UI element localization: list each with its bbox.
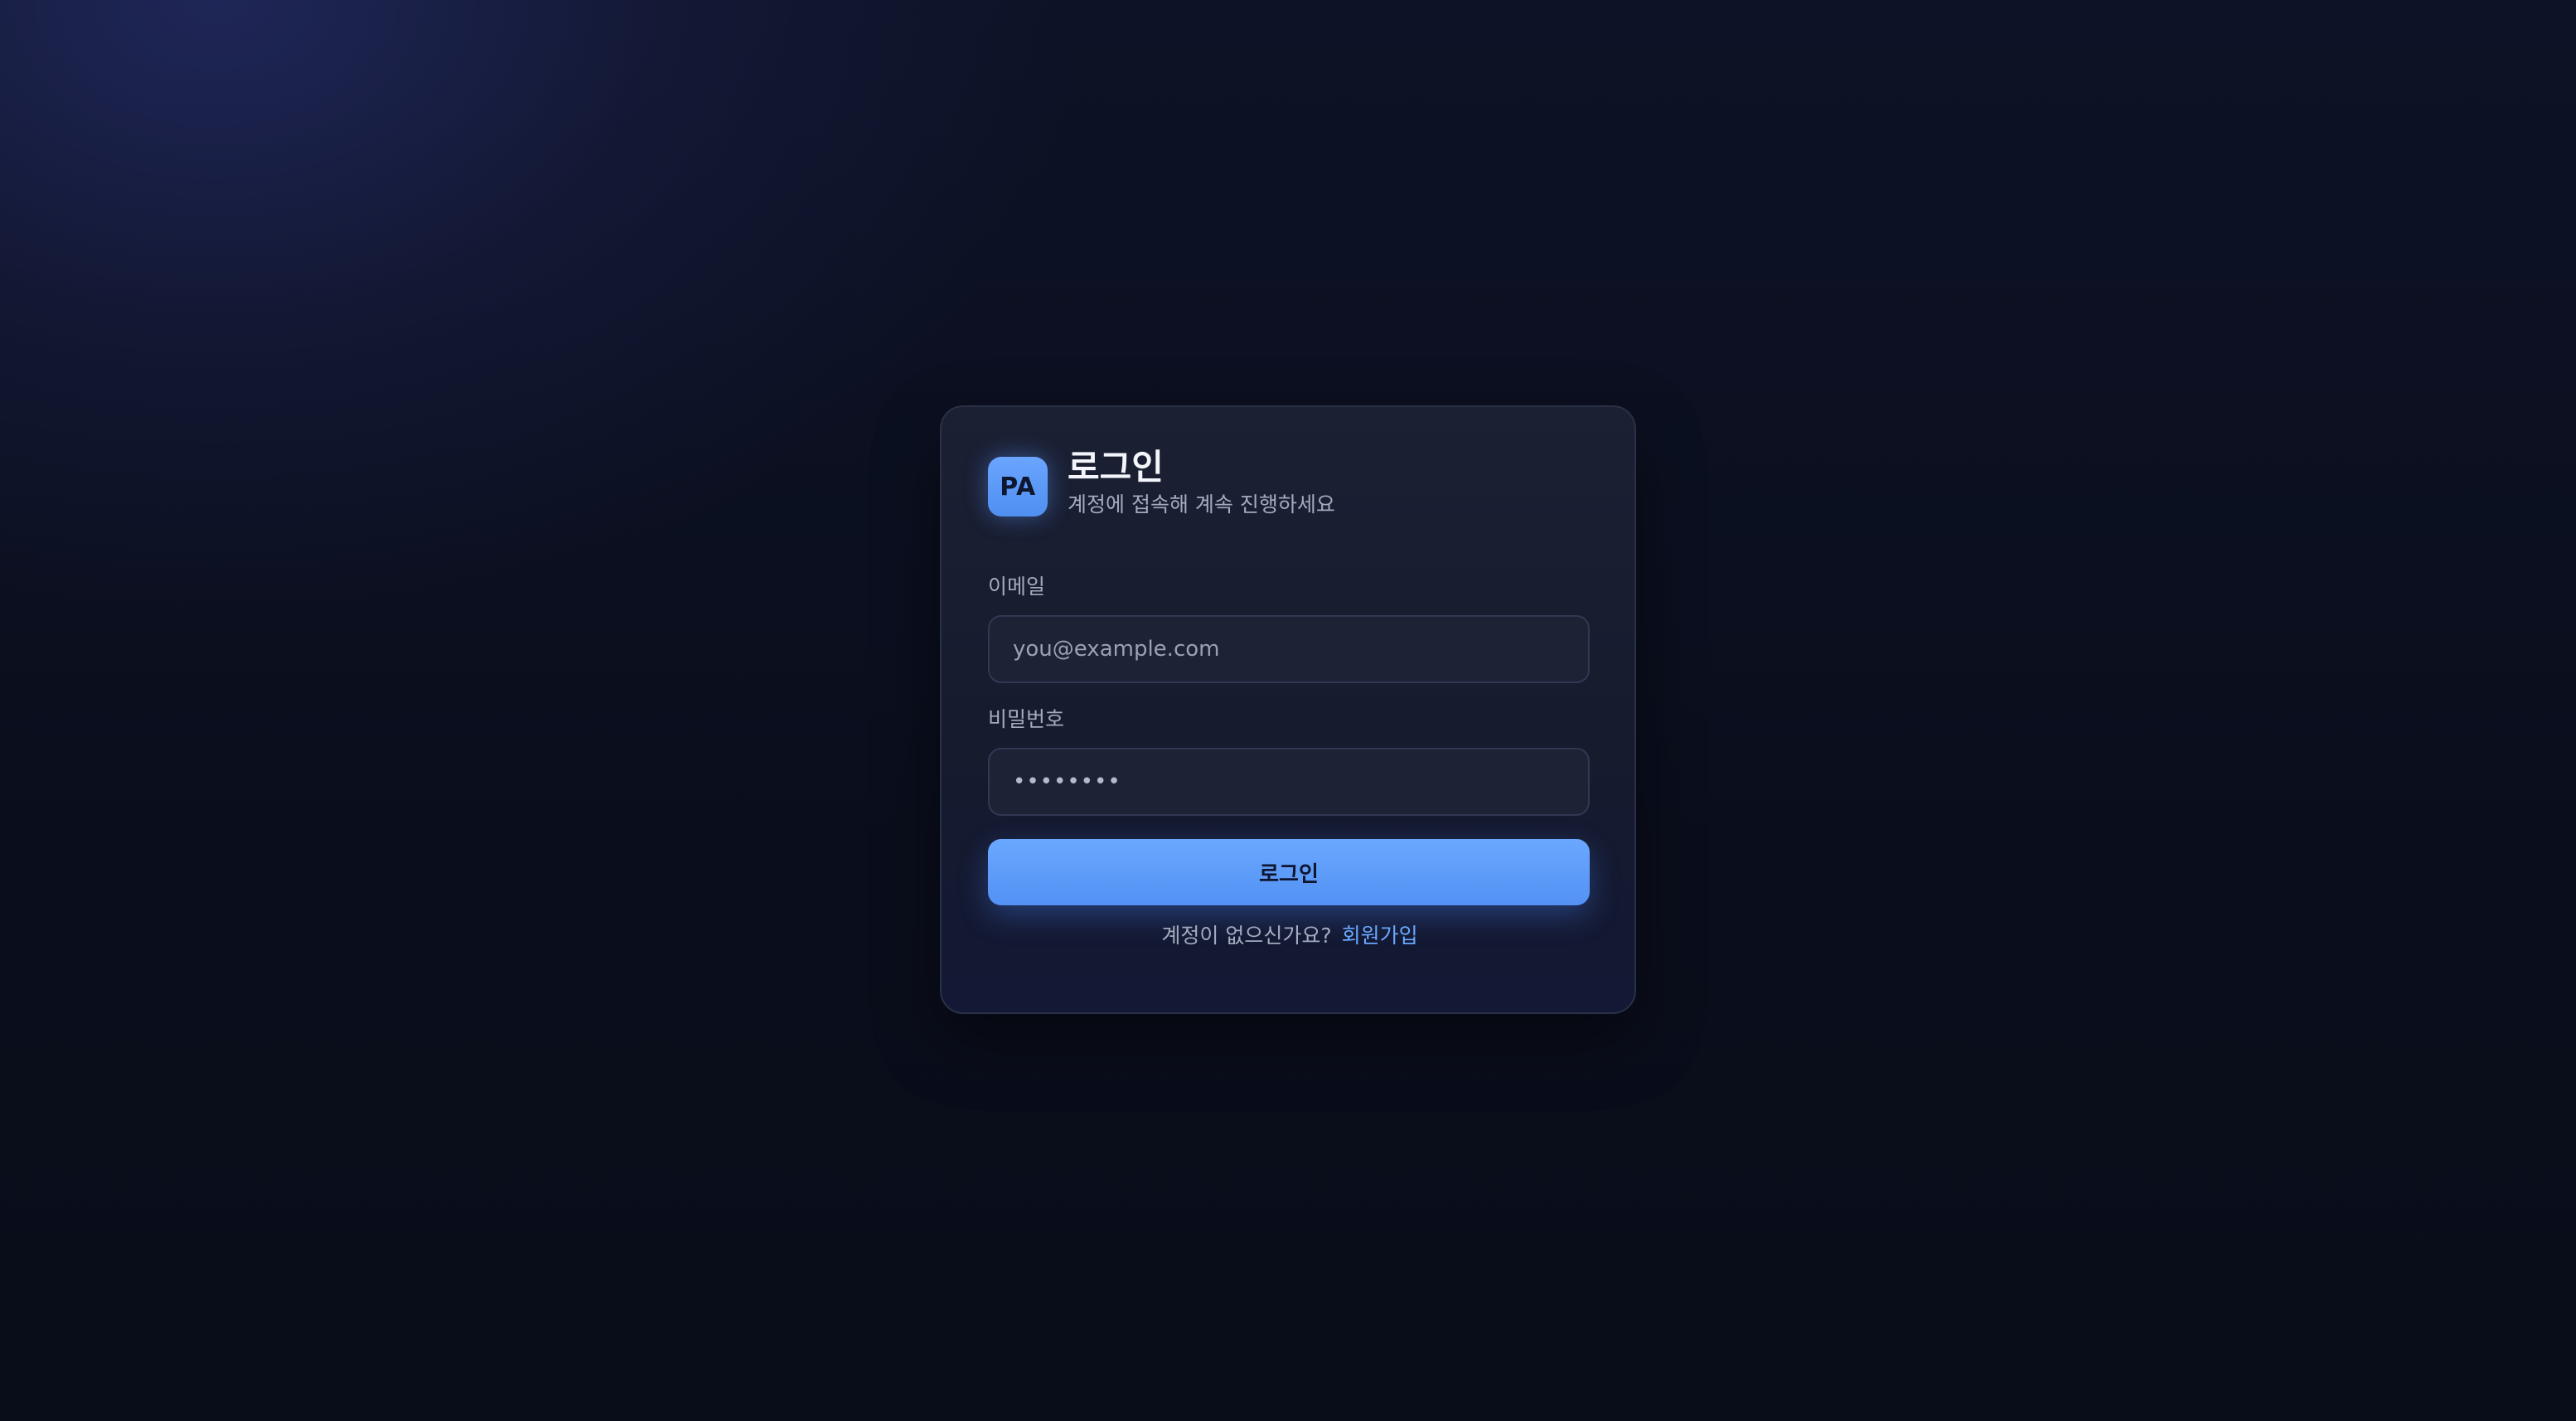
email-placeholder: you@example.com [1013, 637, 1220, 662]
title-block: 로그인 계정에 접속해 계속 진행하세요 [1068, 447, 1335, 519]
card-header: PA 로그인 계정에 접속해 계속 진행하세요 [988, 447, 1335, 520]
page-title: 로그인 [1068, 447, 1164, 487]
logo-text: PA [1000, 472, 1036, 502]
page-subtitle: 계정에 접속해 계속 진행하세요 [1068, 492, 1335, 517]
email-label: 이메일 [988, 575, 1046, 599]
login-button[interactable]: 로그인 [988, 839, 1590, 905]
signup-link[interactable]: 회원가입 [1342, 922, 1418, 950]
password-masked-value: •••••••• [1013, 769, 1121, 794]
app-logo: PA [988, 457, 1048, 517]
login-button-label: 로그인 [1259, 861, 1319, 887]
password-label: 비밀번호 [988, 707, 1065, 731]
login-card: PA 로그인 계정에 접속해 계속 진행하세요 이메일 you@example.… [940, 405, 1636, 1014]
signup-prompt: 계정이 없으신가요? 회원가입 [942, 922, 1638, 950]
email-field[interactable]: you@example.com [988, 615, 1590, 683]
password-field[interactable]: •••••••• [988, 748, 1590, 816]
signup-question: 계정이 없으신가요? [1161, 924, 1332, 948]
